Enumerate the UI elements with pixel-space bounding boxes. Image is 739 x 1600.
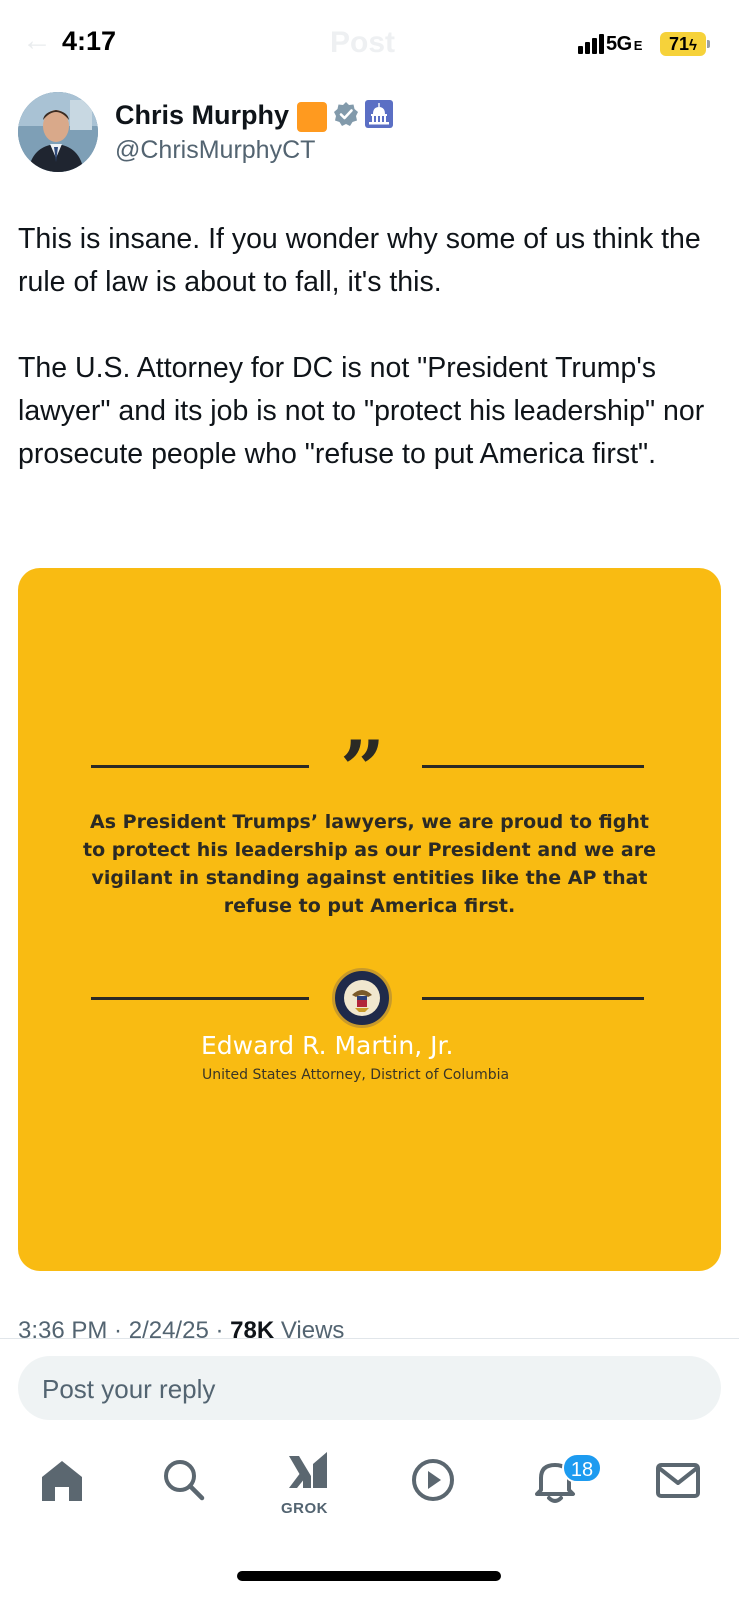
author-handle[interactable]: @ChrisMurphyCT bbox=[115, 136, 315, 165]
views-label: Views bbox=[280, 1317, 345, 1338]
battery-icon: 71ϟ bbox=[660, 32, 710, 56]
views-count: 78K bbox=[230, 1317, 275, 1338]
capitol-building-icon bbox=[365, 100, 393, 133]
messages-icon[interactable] bbox=[650, 1452, 706, 1508]
home-icon[interactable] bbox=[34, 1452, 90, 1508]
avatar[interactable] bbox=[18, 92, 98, 172]
author-badges bbox=[297, 100, 393, 133]
reply-placeholder: Post your reply bbox=[42, 1374, 216, 1404]
signature-name: Edward R. Martin, Jr. bbox=[201, 1031, 454, 1060]
notification-badge: 18 bbox=[562, 1453, 602, 1483]
search-icon[interactable] bbox=[156, 1452, 212, 1508]
tweet-text: This is insane. If you wonder why some o… bbox=[18, 218, 723, 519]
divider-line bbox=[91, 765, 309, 768]
network-indicator: 5G E bbox=[606, 33, 642, 55]
tweet-paragraph: The U.S. Attorney for DC is not "Preside… bbox=[18, 352, 705, 470]
attached-image[interactable]: ” As President Trumps’ lawyers, we are p… bbox=[18, 568, 721, 1271]
divider-line bbox=[422, 997, 644, 1000]
divider bbox=[0, 1338, 739, 1339]
page-title: Post bbox=[330, 26, 396, 59]
video-icon[interactable] bbox=[405, 1452, 461, 1508]
grok-icon[interactable] bbox=[281, 1446, 337, 1502]
status-bar: ← Post 4:17 5G E 71ϟ bbox=[0, 0, 739, 90]
quote-text: As President Trumps’ lawyers, we are pro… bbox=[82, 811, 657, 917]
verified-badge-icon[interactable] bbox=[333, 101, 359, 132]
grok-label: GROK bbox=[281, 1500, 328, 1517]
post-date: 2/24/25 bbox=[128, 1317, 209, 1338]
signature-title: United States Attorney, District of Colu… bbox=[202, 1067, 510, 1083]
quote-marks-icon: ” bbox=[340, 724, 385, 815]
post-time: 3:36 PM bbox=[18, 1317, 108, 1338]
back-arrow-icon[interactable]: ← bbox=[22, 24, 52, 58]
reply-input[interactable]: Post your reply bbox=[18, 1356, 721, 1420]
author-name[interactable]: Chris Murphy bbox=[115, 100, 289, 131]
doj-seal-icon bbox=[332, 968, 392, 1028]
home-indicator[interactable] bbox=[237, 1571, 501, 1581]
tweet-paragraph: This is insane. If you wonder why some o… bbox=[18, 223, 701, 298]
post-meta: 3:36 PM · 2/24/25 · 78K Views bbox=[18, 1312, 718, 1338]
signal-strength-icon bbox=[578, 32, 606, 54]
divider-line bbox=[422, 765, 644, 768]
divider-line bbox=[91, 997, 309, 1000]
status-time: 4:17 bbox=[62, 26, 117, 56]
orange-square-emoji bbox=[297, 101, 327, 132]
